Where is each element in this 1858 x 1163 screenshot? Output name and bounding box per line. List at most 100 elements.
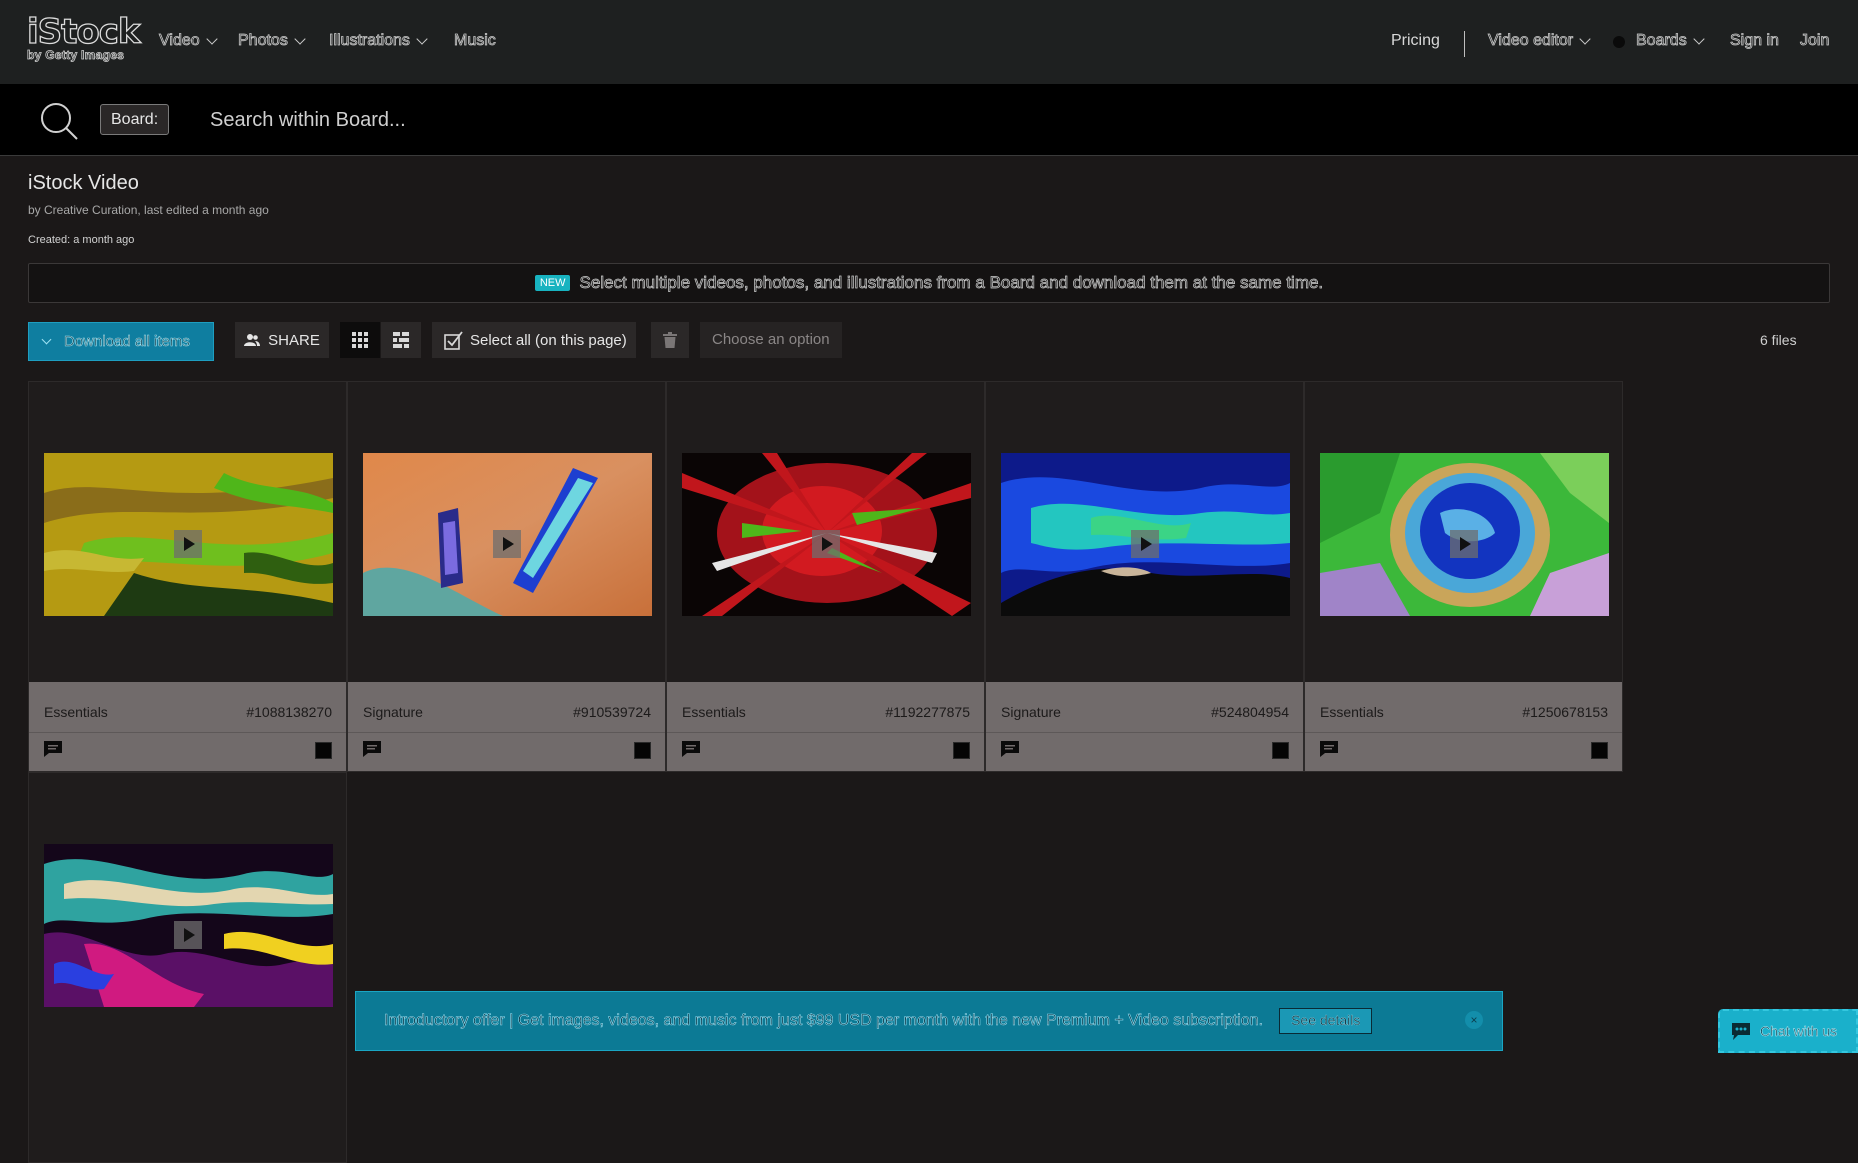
grid-large-icon <box>352 332 368 348</box>
grid-view-mosaic-button[interactable] <box>381 322 421 358</box>
search-scope-pill: Board: <box>100 104 170 135</box>
card-footer: Essentials #1250678153 <box>1305 682 1622 771</box>
video-thumbnail[interactable] <box>682 453 971 616</box>
users-icon <box>244 334 261 346</box>
logo-wordmark: iStock <box>26 12 141 52</box>
card-footer: Signature #910539724 <box>348 682 665 771</box>
nav-video[interactable]: Video <box>159 32 218 50</box>
asset-tier: Essentials <box>1320 704 1384 720</box>
board-created-date: Created: a month ago <box>28 234 135 246</box>
download-all-label: Download all items <box>64 333 190 351</box>
see-details-button[interactable]: See details <box>1279 1008 1373 1034</box>
chevron-down-icon <box>1693 32 1705 45</box>
istock-logo[interactable]: iStock by Getty Images <box>26 12 141 63</box>
select-all-label: Select all (on this page) <box>470 331 627 349</box>
nav-video-editor-label: Video editor <box>1488 32 1574 50</box>
video-thumbnail[interactable] <box>1001 453 1290 616</box>
download-all-button[interactable]: Download all items <box>28 322 214 361</box>
asset-card[interactable]: Signature #910539724 <box>347 381 666 772</box>
nav-join[interactable]: Join <box>1800 32 1830 50</box>
asset-id: #524804954 <box>1211 704 1289 720</box>
footer-divider <box>1305 732 1622 733</box>
comment-icon[interactable] <box>682 741 700 757</box>
new-badge: NEW <box>534 275 571 291</box>
chevron-down-icon <box>294 32 306 45</box>
asset-id: #1088138270 <box>246 704 332 720</box>
play-icon[interactable] <box>174 530 202 558</box>
page-title: iStock Video <box>28 172 139 194</box>
promo-banner: Introductory offer | Get images, videos,… <box>355 991 1503 1051</box>
select-checkbox[interactable] <box>634 742 651 759</box>
select-checkbox[interactable] <box>953 742 970 759</box>
grid-view-large-button[interactable] <box>340 322 380 358</box>
play-icon[interactable] <box>174 921 202 949</box>
asset-card[interactable]: Signature #524804954 <box>985 381 1304 772</box>
board-byline: by Creative Curation, last edited a mont… <box>28 203 269 217</box>
files-count: 6 files <box>1760 332 1797 348</box>
top-nav: iStock by Getty Images Video Photos Illu… <box>0 0 1858 84</box>
chevron-down-icon <box>416 32 428 45</box>
video-thumbnail[interactable] <box>363 453 652 616</box>
select-checkbox[interactable] <box>1272 742 1289 759</box>
nav-video-editor[interactable]: Video editor <box>1488 32 1591 50</box>
play-icon[interactable] <box>1450 530 1478 558</box>
chevron-down-icon <box>41 334 52 345</box>
asset-card[interactable]: Essentials #1088138270 <box>28 381 347 772</box>
video-thumbnail[interactable] <box>44 453 333 616</box>
new-feature-notice: NEW Select multiple videos, photos, and … <box>28 263 1830 303</box>
video-thumbnail[interactable] <box>44 844 333 1007</box>
delete-button[interactable] <box>651 322 689 358</box>
chevron-down-icon <box>205 32 218 45</box>
nav-illustrations[interactable]: Illustrations <box>329 32 428 50</box>
chat-label: Chat with us <box>1760 1023 1838 1040</box>
search-input[interactable] <box>210 102 1110 138</box>
asset-tier: Signature <box>363 704 423 720</box>
select-all-button[interactable]: Select all (on this page) <box>432 322 636 358</box>
close-icon[interactable]: × <box>1465 1011 1483 1029</box>
trash-icon <box>663 332 677 348</box>
nav-sign-in[interactable]: Sign in <box>1730 32 1780 50</box>
footer-divider <box>986 732 1303 733</box>
grid-mosaic-icon <box>393 332 409 348</box>
asset-tier: Signature <box>1001 704 1061 720</box>
nav-photos-label: Photos <box>238 32 289 50</box>
nav-music[interactable]: Music <box>454 32 497 50</box>
logo-tagline: by Getty Images <box>27 48 125 63</box>
asset-card[interactable]: Essentials #1250678153 <box>1304 381 1623 772</box>
nav-pricing[interactable]: Pricing <box>1391 32 1440 50</box>
chevron-down-icon <box>1579 32 1591 45</box>
board-search-bar: Board: <box>0 84 1858 156</box>
asset-card[interactable]: Essentials #1192277875 <box>666 381 985 772</box>
nav-pricing-label: Pricing <box>1391 32 1440 49</box>
video-thumbnail[interactable] <box>1320 453 1609 616</box>
promo-text: Introductory offer | Get images, videos,… <box>384 1012 1264 1030</box>
notice-text: Select multiple videos, photos, and illu… <box>579 273 1324 293</box>
chat-with-us-button[interactable]: Chat with us <box>1718 1009 1858 1053</box>
select-checkbox[interactable] <box>1591 742 1608 759</box>
bulk-action-select[interactable]: Choose an option <box>700 322 842 358</box>
nav-photos[interactable]: Photos <box>238 32 306 50</box>
play-icon[interactable] <box>812 530 840 558</box>
nav-music-label: Music <box>454 32 497 50</box>
card-footer: Essentials #1192277875 <box>667 682 984 771</box>
comment-icon[interactable] <box>1320 741 1338 757</box>
asset-id: #1250678153 <box>1522 704 1608 720</box>
select-checkbox[interactable] <box>315 742 332 759</box>
search-icon[interactable] <box>39 101 79 141</box>
nav-divider <box>1464 31 1465 57</box>
nav-join-label: Join <box>1800 32 1830 50</box>
play-icon[interactable] <box>1131 530 1159 558</box>
comment-icon[interactable] <box>44 741 62 757</box>
nav-boards-label: Boards <box>1636 32 1687 50</box>
asset-id: #1192277875 <box>885 704 970 720</box>
nav-video-label: Video <box>159 32 200 50</box>
play-icon[interactable] <box>493 530 521 558</box>
card-footer: Essentials #1088138270 <box>29 682 346 771</box>
comment-icon[interactable] <box>363 741 381 757</box>
asset-card[interactable] <box>28 772 347 1163</box>
share-button[interactable]: SHARE <box>235 322 329 358</box>
asset-tier: Essentials <box>44 704 108 720</box>
nav-boards[interactable]: Boards <box>1636 32 1705 50</box>
comment-icon[interactable] <box>1001 741 1019 757</box>
asset-tier: Essentials <box>682 704 746 720</box>
